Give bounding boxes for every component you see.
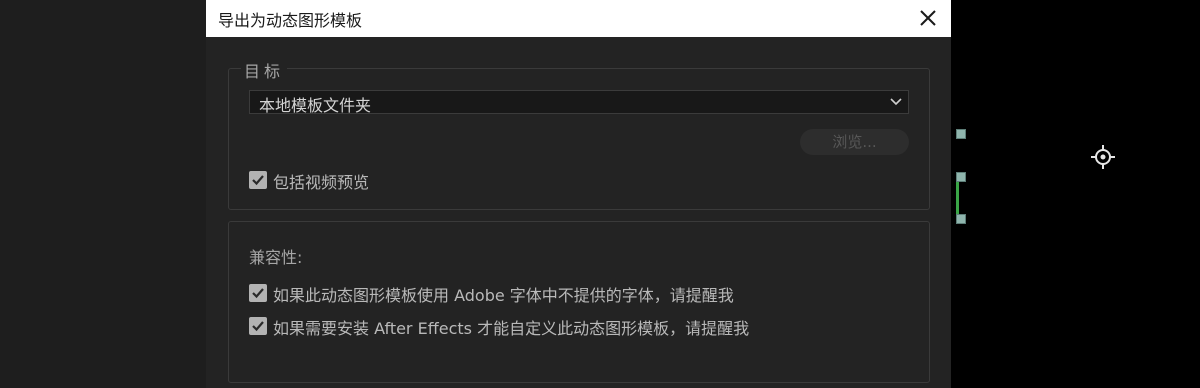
dialog-titlebar: 导出为动态图形模板 bbox=[206, 0, 951, 37]
target-legend: 目标 bbox=[241, 58, 288, 82]
transform-handle-bottom[interactable] bbox=[956, 214, 966, 224]
path-segment bbox=[956, 182, 959, 216]
anchor-point-icon[interactable] bbox=[1090, 144, 1116, 170]
compatibility-heading: 兼容性: bbox=[249, 248, 303, 267]
target-group: 目标 本地模板文件夹 浏览... 包括视频预览 bbox=[228, 58, 930, 210]
checkmark-icon bbox=[252, 288, 264, 299]
export-motion-graphics-template-dialog: 导出为动态图形模板 目标 本地模板文件夹 浏览... 包括视频预览 兼容性: 如… bbox=[206, 0, 951, 388]
checkmark-icon bbox=[252, 321, 264, 332]
program-monitor-left bbox=[0, 0, 206, 388]
chevron-down-icon bbox=[890, 98, 902, 106]
close-button[interactable] bbox=[915, 5, 941, 31]
warn-fonts-checkbox[interactable] bbox=[249, 284, 267, 302]
warn-fonts-label: 如果此动态图形模板使用 Adobe 字体中不提供的字体，请提醒我 bbox=[273, 286, 734, 305]
destination-select-value: 本地模板文件夹 bbox=[259, 96, 372, 115]
close-icon bbox=[920, 10, 936, 26]
program-monitor-canvas[interactable] bbox=[951, 0, 1200, 388]
compatibility-group: 兼容性: 如果此动态图形模板使用 Adobe 字体中不提供的字体，请提醒我 如果… bbox=[228, 221, 930, 383]
warn-after-effects-checkbox[interactable] bbox=[249, 317, 267, 335]
checkmark-icon bbox=[252, 175, 264, 186]
destination-select[interactable]: 本地模板文件夹 bbox=[249, 90, 909, 115]
include-video-preview-label: 包括视频预览 bbox=[273, 173, 370, 192]
dialog-title: 导出为动态图形模板 bbox=[218, 11, 363, 30]
transform-handle-middle[interactable] bbox=[956, 172, 966, 182]
transform-handle-top[interactable] bbox=[956, 129, 966, 139]
browse-button[interactable]: 浏览... bbox=[800, 129, 909, 155]
include-video-preview-checkbox[interactable] bbox=[249, 171, 267, 189]
warn-after-effects-label: 如果需要安装 After Effects 才能自定义此动态图形模板，请提醒我 bbox=[273, 319, 750, 338]
